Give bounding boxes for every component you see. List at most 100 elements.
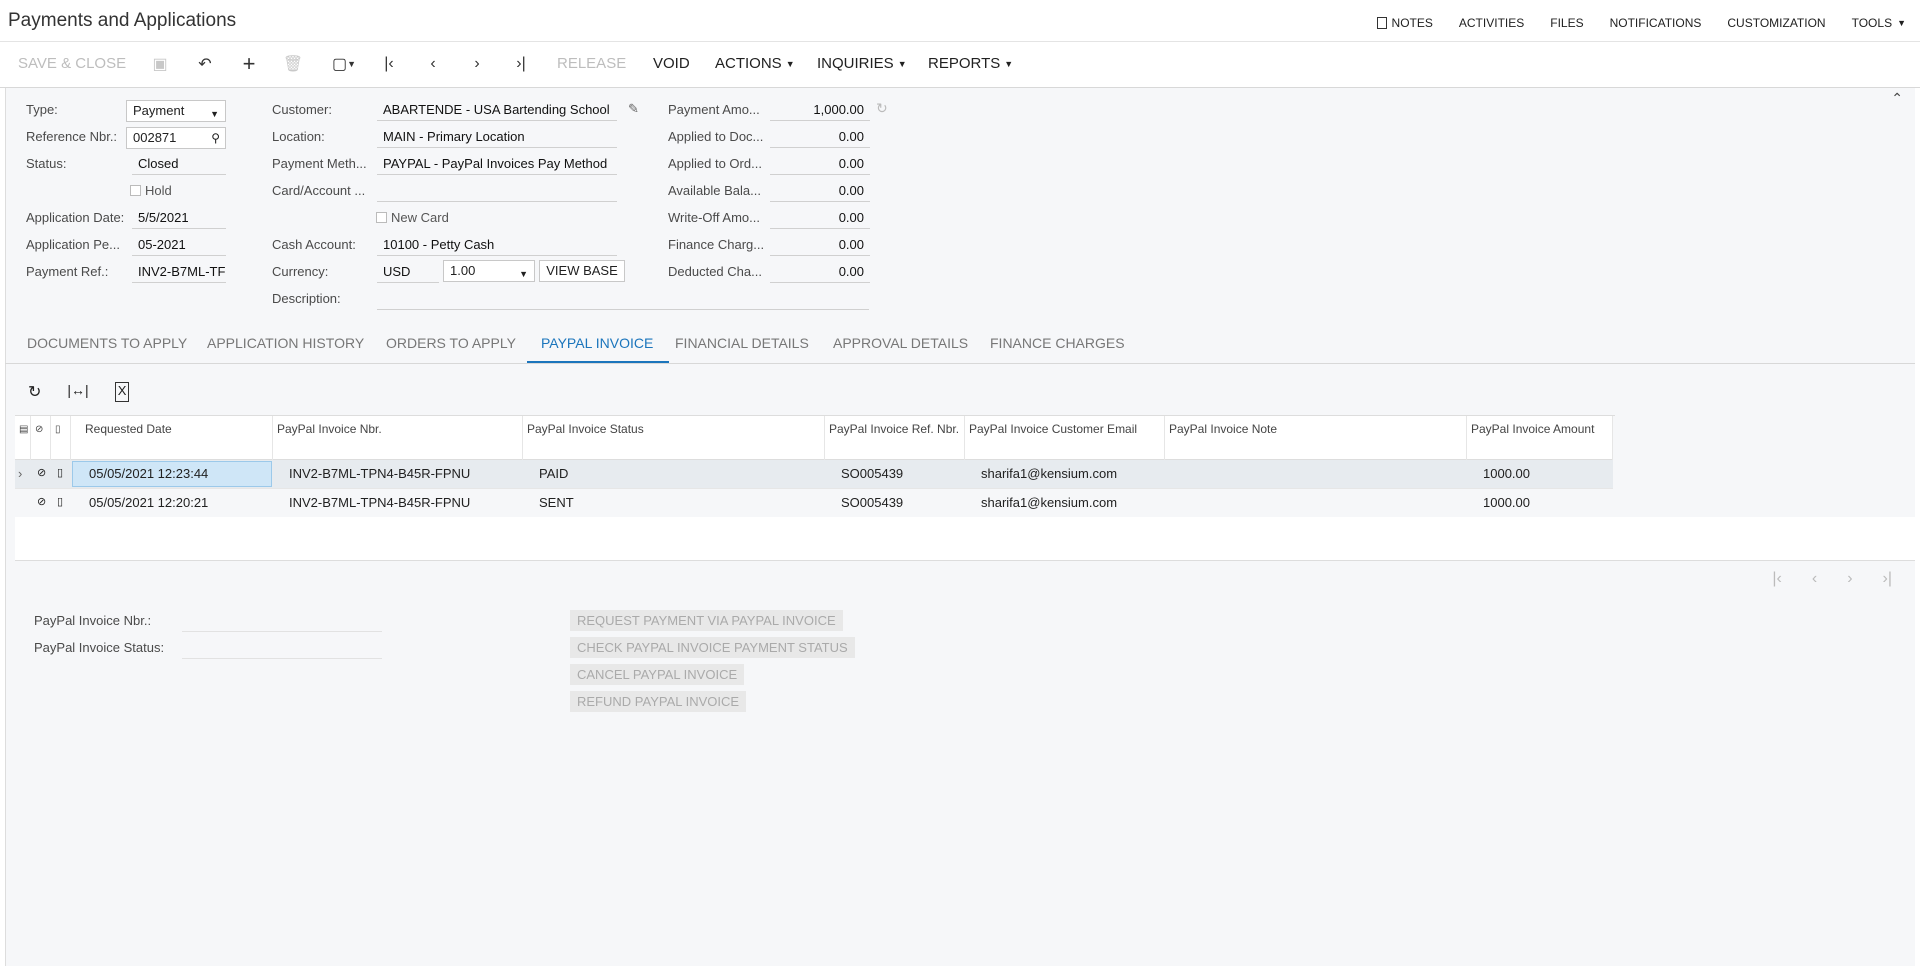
check-payment-status-button[interactable]: CHECK PAYPAL INVOICE PAYMENT STATUS <box>570 637 855 658</box>
card-account-input[interactable] <box>377 180 617 202</box>
collapse-icon[interactable]: ⌃ <box>1891 90 1903 107</box>
tab-orders-to-apply[interactable]: ORDERS TO APPLY <box>386 335 516 361</box>
tab-financial-details[interactable]: FINANCIAL DETAILS <box>675 335 809 361</box>
currency-input[interactable]: USD <box>377 261 439 283</box>
tab-application-history[interactable]: APPLICATION HISTORY <box>207 335 364 361</box>
column-invoice-status[interactable]: PayPal Invoice Status <box>523 416 825 460</box>
inquiries-menu[interactable]: INQUIRIES ▼ <box>817 55 907 72</box>
attachment-icon[interactable]: ⊘ <box>37 495 46 508</box>
cancel-invoice-button[interactable]: CANCEL PAYPAL INVOICE <box>570 664 745 685</box>
location-input[interactable]: MAIN - Primary Location <box>377 126 617 148</box>
add-icon[interactable]: + <box>239 51 259 76</box>
table-row[interactable]: › ⊘ ▯ 05/05/2021 12:23:44 INV2-B7ML-TPN4… <box>15 460 1613 489</box>
files-link[interactable]: FILES <box>1550 16 1583 30</box>
table-row[interactable]: ⊘ ▯ 05/05/2021 12:20:21 INV2-B7ML-TPN4-B… <box>15 489 1613 518</box>
tab-paypal-invoice[interactable]: PAYPAL INVOICE <box>527 335 670 363</box>
customer-input[interactable]: ABARTENDE - USA Bartending School <box>377 99 617 121</box>
refresh-icon[interactable]: ↻ <box>28 382 41 402</box>
customization-link[interactable]: CUSTOMIZATION <box>1727 16 1825 30</box>
refund-invoice-button[interactable]: REFUND PAYPAL INVOICE <box>570 691 747 712</box>
next-record-icon[interactable]: › <box>467 54 487 74</box>
void-button[interactable]: VOID <box>653 55 690 72</box>
hold-checkbox[interactable]: Hold <box>130 183 172 198</box>
copy-paste-icon[interactable]: ▢ ▼ <box>327 54 361 74</box>
export-excel-icon[interactable]: X <box>114 382 130 402</box>
payment-amount-input[interactable]: 1,000.00 <box>770 99 870 121</box>
tab-finance-charges[interactable]: FINANCE CHARGES <box>990 335 1125 361</box>
amount-cell: 1000.00 <box>1483 466 1530 481</box>
column-ref-nbr[interactable]: PayPal Invoice Ref. Nbr. <box>825 416 965 460</box>
search-icon[interactable]: ⚲ <box>211 130 220 146</box>
column-invoice-amount[interactable]: PayPal Invoice Amount <box>1467 416 1613 460</box>
notifications-link[interactable]: NOTIFICATIONS <box>1610 16 1702 30</box>
card-account-label: Card/Account ... <box>272 183 366 198</box>
application-date-input[interactable]: 5/5/2021 <box>132 207 226 229</box>
request-payment-button[interactable]: REQUEST PAYMENT VIA PAYPAL INVOICE <box>570 610 843 631</box>
release-button[interactable]: RELEASE <box>557 55 626 72</box>
column-requested-date[interactable]: Requested Date <box>71 416 273 460</box>
fit-columns-icon[interactable]: |↔| <box>67 382 88 402</box>
cash-account-input[interactable]: 10100 - Petty Cash <box>377 234 617 256</box>
chevron-down-icon: ▼ <box>785 58 795 69</box>
attachment-icon[interactable]: ⊘ <box>37 466 46 479</box>
column-customer-email[interactable]: PayPal Invoice Customer Email <box>965 416 1165 460</box>
tools-menu[interactable]: TOOLS ▼ <box>1852 16 1906 30</box>
first-page-icon[interactable]: |‹ <box>1772 570 1781 588</box>
invoice-status-cell: SENT <box>539 495 574 510</box>
status-value: Closed <box>132 153 226 175</box>
note-icon <box>1376 17 1387 29</box>
checkbox-icon <box>130 185 141 196</box>
note-icon[interactable]: ▯ <box>57 495 63 508</box>
email-cell: sharifa1@kensium.com <box>981 495 1118 510</box>
last-record-icon[interactable]: ›| <box>511 54 531 74</box>
location-label: Location: <box>272 129 325 144</box>
description-input[interactable] <box>377 288 869 310</box>
edit-icon[interactable]: ✎ <box>628 101 639 117</box>
paypal-invoice-status-value <box>182 637 382 659</box>
save-close-button[interactable]: SAVE & CLOSE <box>18 55 126 72</box>
paypal-invoice-grid: ▤ ⊘ ▯ Requested Date PayPal Invoice Nbr.… <box>15 415 1615 518</box>
currency-rate-select[interactable]: 1.00 ▼ <box>443 260 535 282</box>
applied-to-documents-value: 0.00 <box>770 126 870 148</box>
tab-approval-details[interactable]: APPROVAL DETAILS <box>833 335 968 361</box>
actions-menu[interactable]: ACTIONS ▼ <box>715 55 795 72</box>
ref-nbr-cell: SO005439 <box>841 495 904 510</box>
previous-page-icon[interactable]: ‹ <box>1812 570 1817 588</box>
grid-settings-icon[interactable]: ▤ <box>15 416 31 460</box>
column-invoice-note[interactable]: PayPal Invoice Note <box>1165 416 1467 460</box>
requested-date-cell: 05/05/2021 12:23:44 <box>89 466 209 481</box>
delete-icon[interactable]: 🗑 <box>283 54 303 74</box>
notes-link[interactable]: NOTES <box>1376 16 1433 30</box>
activities-link[interactable]: ACTIVITIES <box>1459 16 1524 30</box>
chevron-down-icon: ▼ <box>1897 18 1906 28</box>
application-period-input[interactable]: 05-2021 <box>132 234 226 256</box>
finance-charges-value: 0.00 <box>770 234 870 256</box>
new-card-checkbox[interactable]: New Card <box>376 210 449 225</box>
ref-nbr-cell: SO005439 <box>841 466 904 481</box>
previous-record-icon[interactable]: ‹ <box>423 54 443 74</box>
grid-pager: |‹ ‹ › ›| <box>1772 570 1892 588</box>
requested-date-cell: 05/05/2021 12:20:21 <box>89 495 209 510</box>
note-icon: ▯ <box>51 416 71 460</box>
undo-icon[interactable]: ↶ <box>195 54 215 74</box>
reference-nbr-input[interactable]: 002871 ⚲ <box>126 127 226 149</box>
last-page-icon[interactable]: ›| <box>1883 570 1892 588</box>
type-select[interactable]: Payment ▼ <box>126 100 226 122</box>
invoice-nbr-cell: INV2-B7ML-TPN4-B45R-FPNU <box>289 466 471 481</box>
next-page-icon[interactable]: › <box>1847 570 1852 588</box>
save-icon[interactable]: ▣ <box>150 54 170 74</box>
refresh-icon[interactable]: ↻ <box>876 100 888 117</box>
tab-documents-to-apply[interactable]: DOCUMENTS TO APPLY <box>27 335 187 361</box>
payment-ref-input[interactable]: INV2-B7ML-TF <box>132 261 226 283</box>
first-record-icon[interactable]: |‹ <box>379 54 399 74</box>
reports-menu[interactable]: REPORTS ▼ <box>928 55 1013 72</box>
payment-method-input[interactable]: PAYPAL - PayPal Invoices Pay Method <box>377 153 617 175</box>
write-off-amount-value: 0.00 <box>770 207 870 229</box>
chevron-right-icon[interactable]: › <box>18 466 22 481</box>
chevron-down-icon: ▼ <box>897 58 907 69</box>
note-icon[interactable]: ▯ <box>57 466 63 479</box>
grid-toolbar: ↻ |↔| X <box>28 382 130 402</box>
column-invoice-nbr[interactable]: PayPal Invoice Nbr. <box>273 416 523 460</box>
view-base-button[interactable]: VIEW BASE <box>539 260 625 282</box>
invoice-nbr-cell: INV2-B7ML-TPN4-B45R-FPNU <box>289 495 471 510</box>
